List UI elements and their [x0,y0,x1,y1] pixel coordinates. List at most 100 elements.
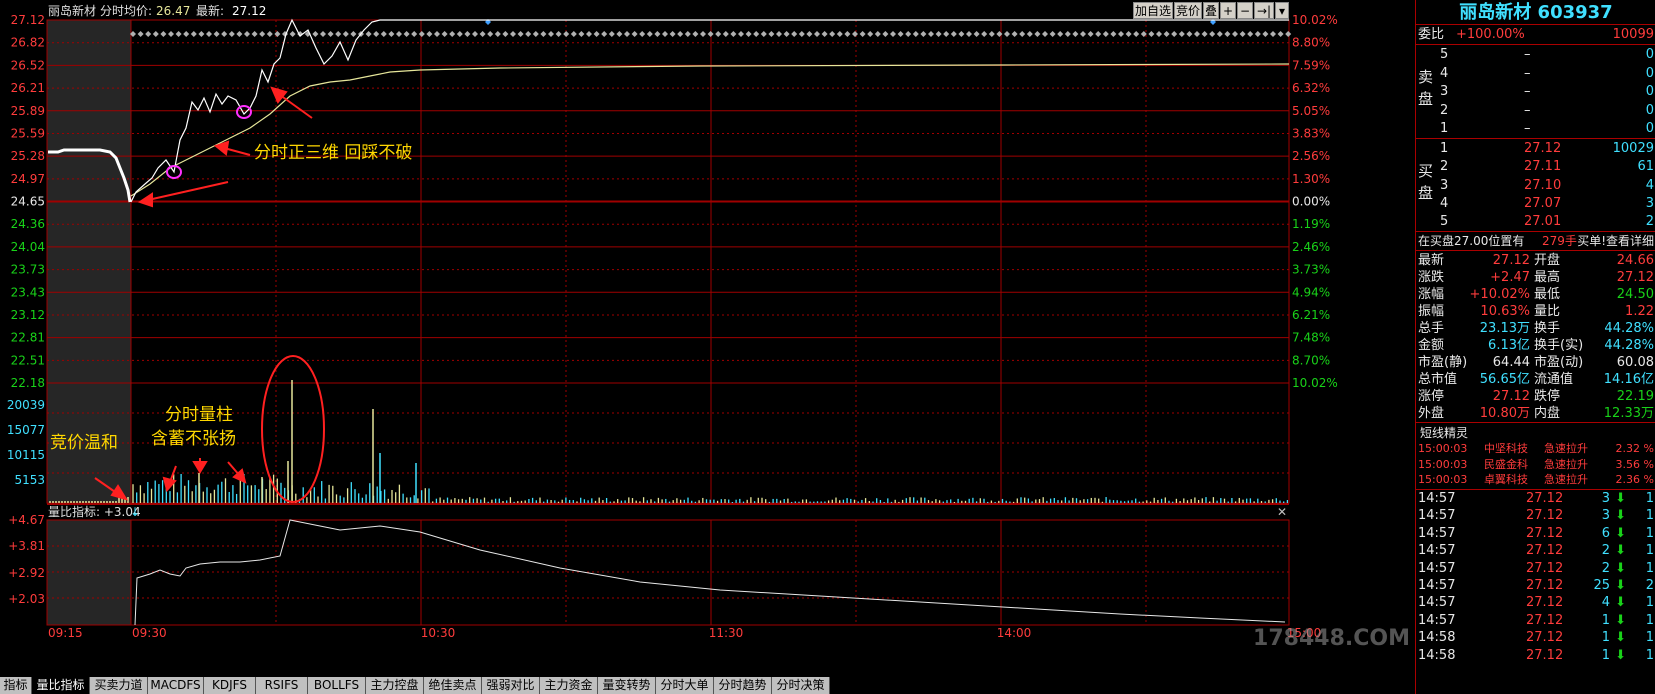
ask-row: 1 – 0 [1416,120,1655,138]
ask-price: – [1524,65,1531,81]
percent-tick: 8.80% [1292,36,1330,50]
price-tick: 25.89 [11,104,45,118]
down-arrow-icon: ⬇ [1615,525,1626,541]
tick-price: 27.12 [1526,595,1564,611]
tick-price: 27.12 [1526,560,1564,576]
sprite-name: 中坚科技 [1484,442,1528,455]
bid-row: 3 27.10 4 [1416,177,1655,195]
stat-label: 换手(实) [1534,338,1584,353]
time-tick: 09:15 [48,626,83,640]
tab-5[interactable]: RSIFS [256,677,308,694]
time-axis: 09:15 09:30 10:30 11:30 14:00 15:00 [48,626,1321,640]
bid-level: 5 [1440,214,1449,230]
stat-value: 24.50 [1616,287,1654,302]
tick-time: 14:57 [1418,595,1456,611]
price-tick: 23.73 [11,263,45,277]
tab-12[interactable]: 分时大单 [656,677,714,694]
tick-row: 14:57 27.12 25 2 ⬇ [1416,577,1655,595]
down-arrow-icon: ⬇ [1615,560,1626,576]
tab-0[interactable]: 指标 [0,677,32,694]
percent-tick: 0.00% [1292,195,1330,209]
tab-6[interactable]: BOLLFS [308,677,366,694]
ask-price: – [1524,84,1531,99]
notice-link[interactable]: 买单!查看详细 [1577,232,1654,250]
tick-row: 14:57 27.12 2 1 ⬇ [1416,560,1655,578]
stat-row: 涨幅 +10.02% 最低 24.50 [1416,286,1655,304]
tab-1[interactable]: 量比指标 [32,677,90,694]
price-tick: 26.21 [11,81,45,95]
stat-value: 22.19 [1616,389,1654,404]
annotation-volume-1: 分时量柱 [165,405,233,425]
stat-label: 金额 [1418,338,1445,353]
tab-4[interactable]: KDJFS [204,677,256,694]
tick-count: 1 [1645,560,1654,576]
percent-tick: 2.46% [1292,240,1330,254]
tab-3[interactable]: MACDFS [148,677,204,694]
overlay-button[interactable]: 叠 [1203,2,1219,19]
ask-volume: 0 [1645,47,1654,62]
sprite-row[interactable]: 15:00:03 卓翼科技 急速拉升 2.36 % [1416,472,1655,487]
price-tick: 23.12 [11,308,45,322]
tab-7[interactable]: 主力控盘 [366,677,424,694]
annotation-volume-2: 含蓄不张扬 [151,429,236,449]
order-notice[interactable]: 在买盘27.00位置有 279手 买单!查看详细 [1416,232,1655,250]
zoom-out-icon[interactable]: − [1237,2,1253,19]
sprite-row[interactable]: 15:00:03 民盛金科 急速拉升 3.56 % [1416,457,1655,472]
bid-price: 27.11 [1524,159,1562,175]
tick-time: 14:57 [1418,525,1456,541]
next-icon[interactable]: →| [1254,2,1274,19]
bid-row: 5 27.01 2 [1416,213,1655,231]
down-arrow-icon: ⬇ [1615,508,1626,524]
tab-9[interactable]: 强弱对比 [482,677,540,694]
percent-tick: 3.83% [1292,126,1330,140]
tab-10[interactable]: 主力资金 [540,677,598,694]
bid-level: 1 [1440,141,1449,156]
tab-11[interactable]: 量变转势 [598,677,656,694]
ask-row: 2 – 0 [1416,102,1655,120]
indicator-close-icon[interactable]: ✕ [1277,505,1287,519]
menu-chevron-icon[interactable]: ▾ [1275,2,1289,19]
quote-title: 丽岛新材 603937 [1459,2,1613,23]
sprite-name: 民盛金科 [1484,457,1528,471]
price-axis-left: 27.12 26.82 26.52 26.21 25.89 25.59 25.28 24.97… [11,13,45,390]
stat-value: 27.12 [1492,253,1530,268]
auction-button[interactable]: 竞价 [1174,2,1202,19]
tick-count: 1 [1645,595,1654,611]
zoom-in-icon[interactable]: + [1220,2,1236,19]
down-arrow-icon: ⬇ [1615,595,1626,611]
stat-label: 涨跌 [1418,270,1445,285]
bid-volume: 4 [1645,177,1654,193]
intraday-chart[interactable]: 27.12 26.82 26.52 26.21 25.89 25.59 25.28 24.97… [0,0,1415,677]
tick-volume: 1 [1601,630,1610,646]
stat-value: 23.13万 [1479,321,1530,336]
price-tick: 26.52 [11,58,45,72]
price-tick: 25.59 [11,126,45,140]
stat-label: 外盘 [1418,406,1445,421]
stat-row: 振幅 10.63% 量比 1.22 [1416,303,1655,321]
sprite-name: 卓翼科技 [1484,473,1528,486]
sprite-time: 15:00:03 [1418,457,1468,471]
tick-count: 1 [1645,508,1654,524]
tab-8[interactable]: 绝佳卖点 [424,677,482,694]
indicator-label[interactable]: 量比指标: +3.04 [48,504,141,519]
tick-volume: 3 [1601,491,1610,506]
price-tick: 24.36 [11,217,45,231]
tick-count: 2 [1645,578,1654,593]
tab-13[interactable]: 分时趋势 [714,677,772,694]
stat-value: 44.28% [1604,321,1654,336]
tick-time: 14:57 [1418,578,1456,593]
stat-label: 涨幅 [1418,287,1445,302]
tab-14[interactable]: 分时决策 [772,677,830,694]
tick-price: 27.12 [1526,525,1564,541]
tick-time: 14:57 [1418,543,1456,559]
chart-header: 丽岛新材 分时 均价: 26.47 最新: 27.12 [48,3,266,18]
tick-volume: 1 [1601,612,1610,628]
stat-label: 跌停 [1534,389,1561,404]
add-watchlist-button[interactable]: 加自选 [1133,2,1173,19]
tab-2[interactable]: 买卖力道 [90,677,148,694]
pullback-circle-2 [236,105,252,119]
sprite-row[interactable]: 15:00:03 中坚科技 急速拉升 2.32 % [1416,441,1655,456]
quote-panel: 丽岛新材 603937 委比 +100.00% 10099 卖盘 5–0 4–0 3… [1415,0,1655,694]
price-tick: 25.28 [11,149,45,163]
tick-volume: 1 [1601,647,1610,663]
